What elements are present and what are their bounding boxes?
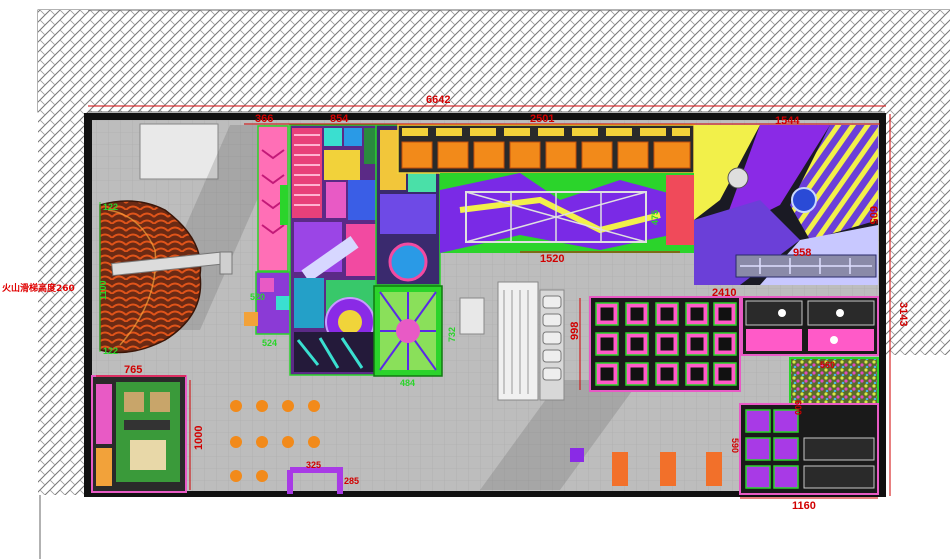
counter-side-dim: 285 xyxy=(344,476,359,486)
extreme-zone xyxy=(694,125,878,285)
ramp-dim: 958 xyxy=(793,247,811,259)
floor-plan: 122 1100 122 火山滑梯高度260 2017 520 524 xyxy=(2,9,950,559)
volcano-height-dim: 1100 xyxy=(98,280,108,300)
exterior-hatch-left xyxy=(38,10,88,495)
top-slide-dim: 854 xyxy=(330,113,349,125)
middle-strip-dim: 1520 xyxy=(540,253,564,265)
top-right-dim: 1544 xyxy=(775,115,800,127)
center-block-dim: 732 xyxy=(447,327,457,342)
storage-room xyxy=(139,123,219,180)
total-depth-dim: 3143 xyxy=(897,302,909,326)
total-width-dim: 6642 xyxy=(426,94,450,106)
volcano-slide-height-label: 火山滑梯高度260 xyxy=(2,282,75,294)
lower-right-depth-dim: 590 xyxy=(730,438,740,453)
volcano-top-dim: 122 xyxy=(103,202,118,212)
exterior-hatch-right xyxy=(885,10,950,355)
lower-right-width-dim: 1160 xyxy=(792,500,816,512)
left-tower-side-dim: 520 xyxy=(250,292,265,302)
pit-depth-dim: 600 xyxy=(793,400,803,415)
top-left-dim: 366 xyxy=(255,113,273,125)
right-upper-dim: 605 xyxy=(867,206,879,224)
ninja-course xyxy=(397,124,695,174)
volcano-bottom-dim: 122 xyxy=(103,346,118,356)
pit-width-dim: 560 xyxy=(820,360,835,370)
left-tower-dim: 524 xyxy=(262,338,277,348)
exterior-hatch-top xyxy=(37,9,950,113)
ramp-bottom-dim: 2410 xyxy=(712,287,736,299)
counter-top-dim: 325 xyxy=(306,460,321,470)
trampoline-depth-dim: 998 xyxy=(569,322,581,340)
kids-width-dim: 765 xyxy=(124,364,142,376)
center-bottom-dim: 484 xyxy=(400,378,415,388)
top-middle-dim: 2501 xyxy=(530,113,554,125)
lower-trampoline xyxy=(739,403,879,495)
pink-slide-strip xyxy=(257,125,289,272)
strip-side-dim: 475 xyxy=(650,210,660,225)
kids-zone xyxy=(91,375,187,493)
kids-depth-dim: 1000 xyxy=(193,426,205,450)
